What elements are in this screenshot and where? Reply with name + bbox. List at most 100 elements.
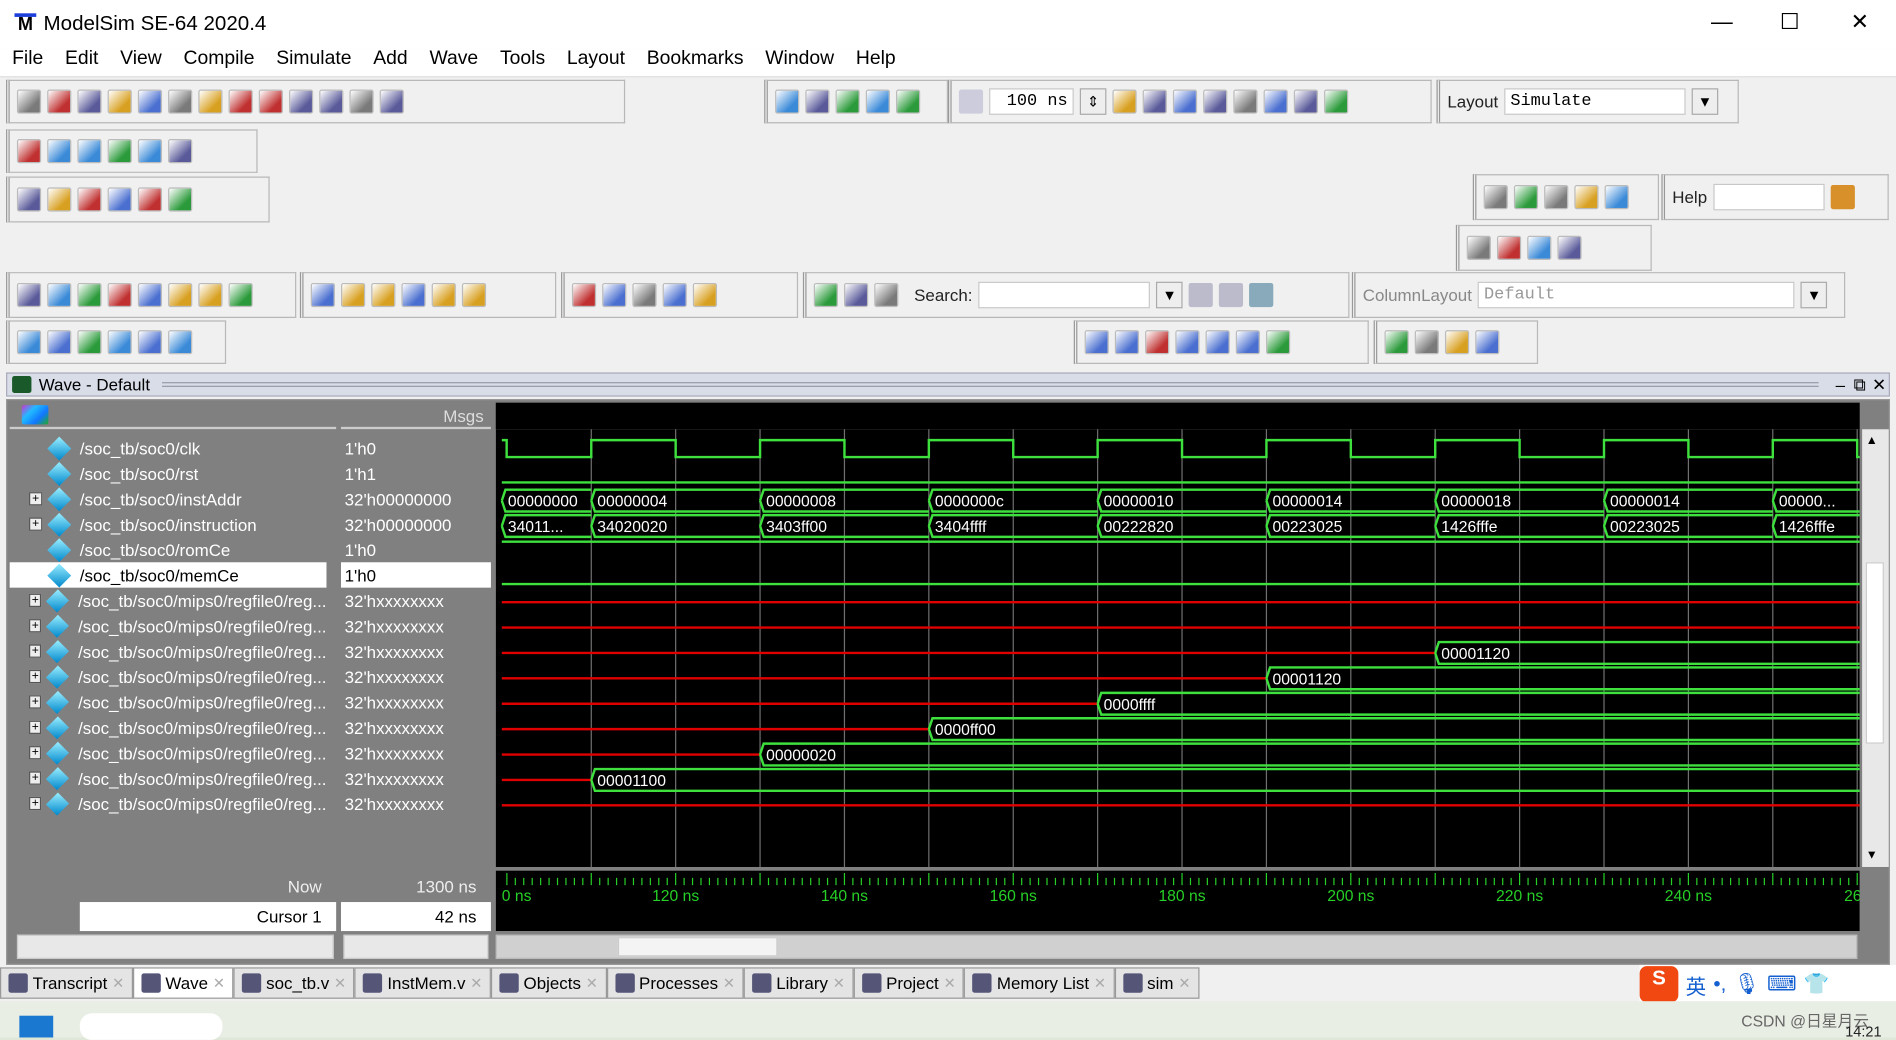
undock-pane-button[interactable]: ⧉ bbox=[1850, 374, 1869, 395]
help-search-field[interactable] bbox=[1713, 183, 1825, 211]
waveform-canvas[interactable]: 00000000 00000004 00000008 0000000c 00000010… bbox=[495, 429, 1860, 867]
close-tab-icon[interactable]: ✕ bbox=[1178, 975, 1190, 992]
run-length-spinner[interactable]: ⇕ bbox=[1079, 88, 1107, 115]
tab-processes[interactable]: Processes ✕ bbox=[606, 967, 744, 999]
refresh-icon[interactable] bbox=[107, 89, 132, 114]
compare-options-icon[interactable] bbox=[1444, 330, 1470, 355]
redo-icon[interactable] bbox=[288, 89, 314, 114]
signal-row[interactable]: + /soc_tb/soc0/mips0/regfile0/reg... bbox=[10, 689, 327, 714]
save-bookmark-icon[interactable] bbox=[662, 282, 687, 308]
add-bookmark-icon[interactable] bbox=[571, 282, 597, 308]
signal-row[interactable]: + /soc_tb/soc0/instAddr bbox=[10, 486, 327, 511]
wave-hscrollbar[interactable] bbox=[495, 934, 1858, 959]
compare-clear-icon[interactable] bbox=[1475, 330, 1500, 355]
internal-icon[interactable] bbox=[107, 139, 132, 164]
menu-compile[interactable]: Compile bbox=[183, 48, 254, 76]
cursor-name[interactable]: Cursor 1 bbox=[79, 902, 337, 932]
edit-bookmark-icon[interactable] bbox=[632, 282, 657, 308]
layout-select[interactable]: Simulate bbox=[1504, 88, 1686, 115]
menu-help[interactable]: Help bbox=[856, 48, 896, 76]
all-icon[interactable] bbox=[137, 139, 163, 164]
compare-add-icon[interactable] bbox=[1384, 330, 1409, 355]
next-rising-icon[interactable] bbox=[228, 282, 253, 308]
wave-block-icon[interactable] bbox=[1145, 330, 1170, 355]
menu-layout[interactable]: Layout bbox=[567, 48, 625, 76]
find-icon[interactable] bbox=[349, 89, 374, 114]
signal-row[interactable]: /soc_tb/soc0/memCe bbox=[9, 562, 327, 588]
scroll-thumb[interactable] bbox=[1865, 562, 1884, 744]
edge-icon[interactable] bbox=[1235, 330, 1260, 355]
wave-bar-icon[interactable] bbox=[1114, 330, 1140, 355]
tab-soc-tb-v[interactable]: soc_tb.v ✕ bbox=[233, 967, 355, 999]
up-icon[interactable] bbox=[835, 89, 860, 114]
expand-icon[interactable]: + bbox=[29, 796, 42, 811]
copy-icon[interactable] bbox=[198, 89, 223, 114]
layout-dropdown-button[interactable]: ▼ bbox=[1691, 88, 1719, 115]
back-icon[interactable] bbox=[865, 89, 890, 114]
close-tab-icon[interactable]: ✕ bbox=[586, 975, 598, 992]
signal-row[interactable]: + /soc_tb/soc0/mips0/regfile0/reg... bbox=[10, 715, 327, 740]
run-continue-icon[interactable] bbox=[1142, 89, 1167, 114]
goto-bookmark-icon[interactable] bbox=[692, 282, 718, 308]
gear-yellow2-icon[interactable] bbox=[1527, 235, 1552, 260]
signal-group-icon[interactable] bbox=[21, 405, 49, 425]
next-falling-icon[interactable] bbox=[168, 282, 193, 308]
step-into-icon[interactable] bbox=[310, 282, 335, 308]
expand-icon[interactable]: + bbox=[29, 619, 42, 633]
collapse-icon[interactable] bbox=[379, 89, 404, 114]
prev-rising-icon[interactable] bbox=[198, 282, 223, 308]
run-length-field[interactable]: 100 ns bbox=[989, 88, 1074, 115]
help-query-icon[interactable] bbox=[1513, 185, 1539, 210]
maximize-button[interactable]: ☐ bbox=[1765, 10, 1813, 35]
close-tab-icon[interactable]: ✕ bbox=[1094, 975, 1106, 992]
zoom-in-icon[interactable] bbox=[16, 330, 42, 355]
zoom-area-icon[interactable] bbox=[168, 330, 193, 355]
close-tab-icon[interactable]: ✕ bbox=[213, 975, 225, 992]
dataflow-icon[interactable] bbox=[137, 187, 163, 212]
cursor-lock-icon[interactable] bbox=[9, 902, 80, 932]
prev-falling-icon[interactable] bbox=[137, 282, 163, 308]
cursor-icon[interactable] bbox=[107, 187, 132, 212]
signal-row[interactable]: /soc_tb/soc0/rst bbox=[10, 461, 327, 486]
save-icon[interactable] bbox=[77, 89, 102, 114]
tab-project[interactable]: Project ✕ bbox=[853, 967, 965, 999]
close-tab-icon[interactable]: ✕ bbox=[470, 975, 482, 992]
scroll-down-button[interactable]: ▼ bbox=[1866, 849, 1878, 862]
search-input[interactable] bbox=[978, 281, 1151, 309]
close-pane-button[interactable]: ✕ bbox=[1869, 374, 1888, 395]
signal-row[interactable]: + /soc_tb/soc0/mips0/regfile0/reg... bbox=[10, 664, 327, 689]
break-stop-icon[interactable] bbox=[1203, 89, 1228, 114]
select-icon[interactable] bbox=[16, 187, 42, 212]
signal-row[interactable]: + /soc_tb/soc0/mips0/regfile0/reg... bbox=[10, 791, 327, 816]
expand-icon[interactable]: + bbox=[29, 492, 43, 506]
prev-edge-icon[interactable] bbox=[77, 282, 102, 308]
traffic-light-icon[interactable] bbox=[168, 187, 193, 212]
add-icon[interactable] bbox=[319, 89, 344, 114]
values-hscrollbar[interactable] bbox=[343, 934, 489, 959]
column-layout-select[interactable]: Default bbox=[1477, 281, 1795, 309]
step-over-icon[interactable] bbox=[340, 282, 366, 308]
skin-icon[interactable]: 👕 bbox=[1804, 972, 1830, 996]
insert-cursor-icon[interactable] bbox=[16, 282, 42, 308]
output-icon[interactable] bbox=[47, 139, 72, 164]
microphone-icon[interactable]: 🎙 bbox=[1734, 972, 1760, 996]
expand-icon[interactable]: + bbox=[29, 746, 42, 760]
ime-language[interactable]: 英 bbox=[1686, 969, 1707, 999]
zoom-cursor-icon[interactable] bbox=[107, 330, 132, 355]
menu-bookmarks[interactable]: Bookmarks bbox=[647, 48, 744, 76]
menu-view[interactable]: View bbox=[120, 48, 162, 76]
next-edge-icon[interactable] bbox=[107, 282, 132, 308]
close-tab-icon[interactable]: ✕ bbox=[334, 975, 346, 992]
help-search-icon[interactable] bbox=[1830, 185, 1855, 210]
gear-yellow-icon[interactable] bbox=[1496, 235, 1522, 260]
tab-objects[interactable]: Objects ✕ bbox=[490, 967, 607, 999]
menu-edit[interactable]: Edit bbox=[65, 48, 98, 76]
expand-icon[interactable]: + bbox=[29, 669, 42, 684]
drag-handle[interactable] bbox=[162, 382, 1819, 387]
search-next-icon[interactable] bbox=[1219, 282, 1244, 308]
step-out-all-icon[interactable] bbox=[461, 282, 487, 308]
performance-icon[interactable] bbox=[1263, 89, 1288, 114]
tab-library[interactable]: Library ✕ bbox=[743, 967, 854, 999]
tab-transcript[interactable]: Transcript ✕ bbox=[0, 967, 133, 999]
close-tab-icon[interactable]: ✕ bbox=[944, 975, 956, 992]
